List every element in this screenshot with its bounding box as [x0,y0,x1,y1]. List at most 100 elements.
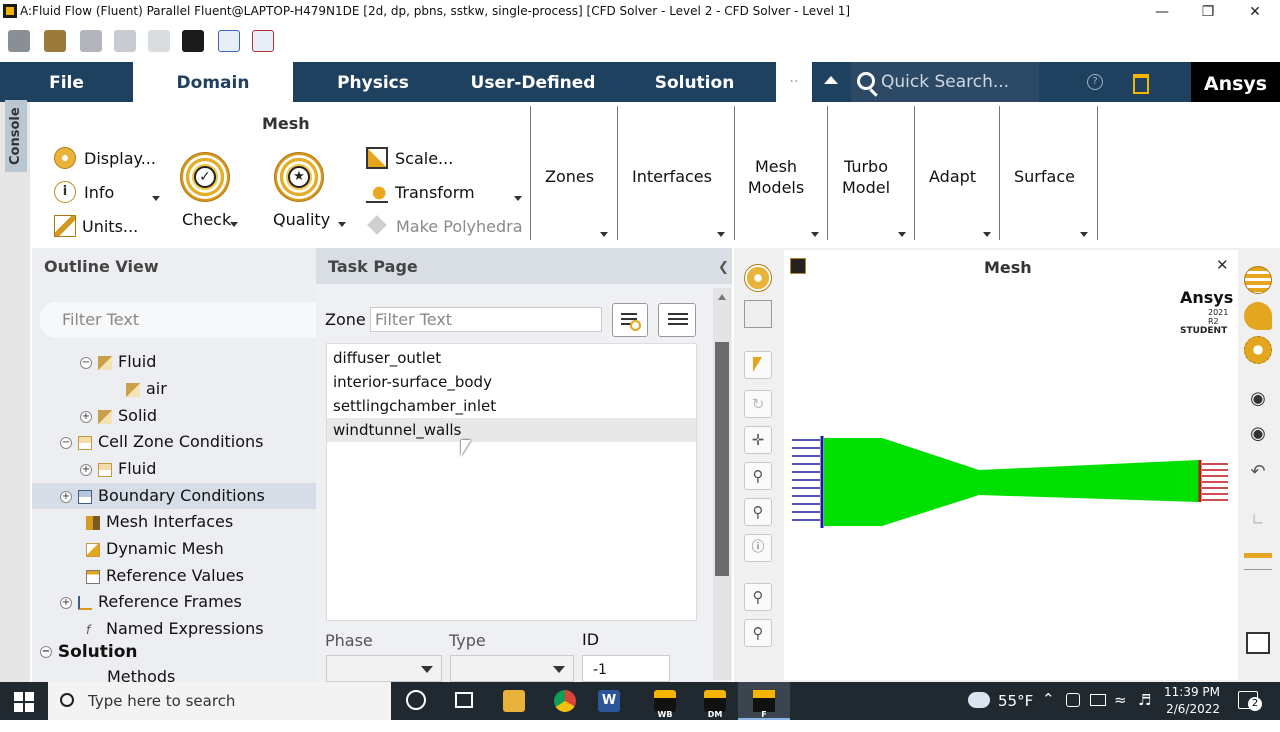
expand-icon[interactable]: + [80,410,92,423]
weather-cloud-icon[interactable] [968,692,990,708]
tree-item-reference-values[interactable]: Reference Values [80,563,244,590]
expand-icon[interactable]: + [60,596,72,609]
transform-button[interactable]: Transform [366,180,475,204]
read-icon[interactable] [8,30,30,52]
refresh-icon[interactable] [114,30,136,52]
taskbar-search-input[interactable]: Type here to search [48,682,391,720]
collapse-icon[interactable]: − [80,356,92,369]
mesh-display-icon[interactable] [744,264,772,292]
tree-item-reference-frames[interactable]: + Reference Frames [60,589,242,616]
info-button[interactable]: i Info [54,180,114,204]
list-options-button[interactable] [658,303,696,337]
surface-dropdown-icon[interactable] [1080,232,1088,237]
cortana-icon[interactable] [406,690,426,710]
device-icon[interactable] [1066,693,1080,707]
match-filter-button[interactable] [612,303,648,337]
type-select[interactable] [450,655,574,682]
tree-item-boundary-conditions[interactable]: + Boundary Conditions [60,483,265,510]
mesh-viewport[interactable]: Mesh ✕ Ansys 2021 R2 STUDENT [784,250,1238,680]
tree-item-mesh-interfaces[interactable]: Mesh Interfaces [80,509,233,536]
quality-dropdown-icon[interactable] [338,222,346,227]
mesh-edges-icon[interactable] [1244,336,1272,364]
tree-item-solid[interactable]: + Solid [80,403,157,430]
read-case-icon[interactable] [44,30,66,52]
info-dropdown-icon[interactable] [152,196,160,201]
parallel-icon[interactable] [148,30,170,52]
adapt-dropdown-icon[interactable] [983,232,991,237]
workbench-icon[interactable] [182,30,204,52]
scale-button[interactable]: Scale... [366,146,453,170]
write-icon[interactable] [80,30,102,52]
tree-item-fluid-material[interactable]: − Fluid [80,349,156,376]
close-window-button[interactable]: ✕ [1232,0,1278,24]
rotate-button[interactable]: ↻ [744,390,772,418]
word-icon[interactable]: W [598,690,620,712]
tree-item-fluid-zone[interactable]: + Fluid [80,456,156,483]
select-pointer-button[interactable] [744,351,772,379]
file-explorer-icon[interactable] [503,690,525,712]
id-field[interactable]: -1 [582,655,670,682]
display-button[interactable]: Display... [54,146,156,170]
hide-icon[interactable]: ◉ [1244,420,1272,448]
zones-dropdown-icon[interactable] [600,232,608,237]
collapse-icon[interactable]: − [40,646,52,658]
help-icon[interactable]: ? [1087,74,1103,90]
view-cube-icon[interactable] [744,300,772,328]
expand-icon[interactable]: + [60,490,72,503]
tab-solution[interactable]: Solution [613,62,776,102]
moe-icon[interactable] [252,30,274,52]
collapse-icon[interactable]: − [60,436,72,449]
fluent-taskbar-active[interactable]: F [738,682,790,720]
tree-item-solution[interactable]: − Solution [40,639,138,666]
units-button[interactable]: Units... [54,214,138,238]
parameters-icon[interactable] [218,30,240,52]
clock[interactable]: 11:39 PM 2/6/2022 [1160,684,1220,718]
volume-icon[interactable]: ♬ [1138,691,1151,709]
wifi-icon[interactable]: ≈ [1114,691,1127,709]
list-item[interactable]: interior-surface_body [327,370,696,394]
ribbon-layout-icon[interactable] [1133,74,1149,94]
tree-item-air[interactable]: air [120,376,167,403]
mesh-models-dropdown-icon[interactable] [811,232,819,237]
pan-button[interactable]: ✛ [744,426,772,454]
quality-button[interactable]: ★ Quality [272,152,332,238]
list-item-hovered[interactable]: windtunnel_walls [327,418,696,442]
collapse-task-page-icon[interactable]: ❮ [718,260,729,275]
tab-physics[interactable]: Physics [293,62,453,102]
mesh-models-group[interactable]: Mesh Models [740,156,812,198]
probe-button[interactable]: ⓘ [744,534,772,562]
scroll-up-icon[interactable] [718,294,726,300]
zones-group[interactable]: Zones [545,167,594,186]
start-windows-icon[interactable] [14,692,34,712]
designmodeler-taskbar-icon[interactable]: DM [704,690,726,719]
turbo-model-group[interactable]: Turbo Model [832,156,900,198]
chevron-up-icon[interactable]: ⌃ [1042,690,1055,708]
tab-file[interactable]: File [0,62,133,102]
scrollbar-thumb[interactable] [715,342,729,576]
list-item[interactable]: settlingchamber_inlet [327,394,696,418]
close-viewport-icon[interactable]: ✕ [1216,256,1229,274]
tree-item-cell-zone-conditions[interactable]: − Cell Zone Conditions [60,429,264,456]
surface-group[interactable]: Surface [1014,167,1075,186]
tab-user-defined[interactable]: User-Defined [453,62,613,102]
battery-icon[interactable] [1090,694,1106,706]
ruler-icon[interactable] [1244,542,1272,570]
shade-icon[interactable] [1244,302,1272,330]
turbo-model-dropdown-icon[interactable] [898,232,906,237]
axes-toggle-icon[interactable]: ∟ [1244,506,1272,534]
temperature-text[interactable]: 55°F [998,692,1033,710]
restore-button[interactable]: ❐ [1185,0,1231,24]
layers-icon[interactable] [1244,266,1272,294]
outline-filter-input[interactable]: Filter Text [40,302,316,338]
check-dropdown-icon[interactable] [230,222,238,227]
zoom-in-out-button[interactable]: ⚲ [744,462,772,490]
check-button[interactable]: ✓ Check [178,152,234,238]
interfaces-dropdown-icon[interactable] [717,232,725,237]
quick-search-input[interactable]: Quick Search... [851,62,1039,102]
list-item[interactable]: diffuser_outlet [327,346,696,370]
adapt-group[interactable]: Adapt [929,167,976,186]
notifications-icon[interactable]: 2 [1238,691,1262,711]
task-scrollbar[interactable] [713,288,731,680]
task-view-icon[interactable] [455,692,473,708]
minimize-button[interactable]: — [1139,0,1185,24]
